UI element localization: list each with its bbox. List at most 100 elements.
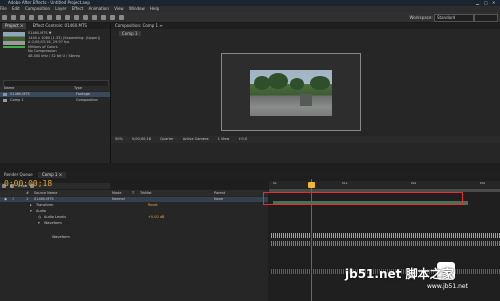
- ruler-label: 01s: [341, 181, 348, 185]
- tree-shape: [268, 73, 288, 89]
- column-mode[interactable]: Mode: [112, 190, 122, 196]
- roto-brush-tool-icon[interactable]: [110, 14, 115, 20]
- resolution-dropdown[interactable]: Quarter: [160, 137, 174, 141]
- audio-icon[interactable]: ♪: [12, 197, 14, 202]
- menu-animation[interactable]: Animation: [89, 6, 109, 11]
- workspace-selector: Workspace: Standard: [409, 14, 474, 22]
- exposure-value[interactable]: +0.0: [238, 137, 247, 141]
- menu-effect[interactable]: Effect: [72, 6, 84, 11]
- project-item-name: 01460.MTS: [10, 92, 30, 96]
- property-value[interactable]: +0.00 dB: [148, 215, 164, 220]
- menu-file[interactable]: File: [0, 6, 7, 11]
- text-tool-icon[interactable]: [74, 14, 79, 20]
- puppet-tool-icon[interactable]: [119, 14, 124, 20]
- layer-number: 1: [26, 197, 29, 201]
- hand-tool-icon[interactable]: [11, 14, 16, 20]
- footage-thumbnail: [3, 32, 25, 45]
- timeline-timecode[interactable]: 0;00;00;18: [4, 179, 52, 188]
- viewer-tab-bar: Composition: Comp 1 ≡: [111, 23, 500, 29]
- column-parent[interactable]: Parent: [214, 190, 225, 196]
- column-type[interactable]: Type: [74, 86, 82, 91]
- project-item-type: Composition: [76, 98, 98, 102]
- project-item[interactable]: Comp 1 Composition: [0, 98, 110, 103]
- camera-tool-icon[interactable]: [38, 14, 43, 20]
- composition-viewer-panel: Composition: Comp 1 ≡ Comp 1 50% 0;00;00…: [111, 23, 500, 163]
- magnification-dropdown[interactable]: 50%: [115, 137, 123, 141]
- tab-project[interactable]: Project ×: [2, 23, 27, 29]
- tab-comp-1[interactable]: Comp 1 ×: [37, 172, 67, 178]
- menu-composition[interactable]: Composition: [25, 6, 50, 11]
- rotate-tool-icon[interactable]: [29, 14, 34, 20]
- menu-layer[interactable]: Layer: [55, 6, 66, 11]
- search-help-input[interactable]: [474, 14, 498, 22]
- brush-tool-icon[interactable]: [83, 14, 88, 20]
- layer-parent[interactable]: None: [214, 197, 223, 202]
- stopwatch-icon[interactable]: ◷: [38, 215, 41, 220]
- twirl-icon[interactable]: ▸: [30, 203, 32, 208]
- footage-info-line: 48.000 kHz / 32 bit U / Stereo: [28, 53, 80, 58]
- twirl-icon[interactable]: ▾: [38, 221, 40, 226]
- layer-mode[interactable]: Normal: [112, 197, 125, 202]
- layer-name[interactable]: 01460.MTS: [34, 197, 54, 202]
- timeline-layer-panel: # Source Name Mode T TrkMat Parent ◉ ♪ 1…: [0, 190, 268, 301]
- workspace-dropdown[interactable]: Standard: [434, 14, 474, 22]
- menu-view[interactable]: View: [114, 6, 124, 11]
- project-item-type: Footage: [76, 92, 91, 96]
- timeline-tabs: Render Queue Comp 1 ×: [0, 172, 500, 178]
- comp-navigator-label[interactable]: Comp 1: [119, 31, 141, 36]
- tab-effect-controls[interactable]: Effect Controls: 01460.MTS: [30, 23, 90, 29]
- property-row[interactable]: ◷ Audio Levels +0.00 dB: [0, 215, 268, 220]
- menu-window[interactable]: Window: [129, 6, 145, 11]
- view-layout-dropdown[interactable]: 1 View: [218, 137, 230, 141]
- menu-help[interactable]: Help: [150, 6, 159, 11]
- layer-row[interactable]: ◉ ♪ 1 01460.MTS Normal None: [0, 197, 268, 202]
- composition-frame[interactable]: [221, 53, 361, 131]
- property-row[interactable]: ▸ Transform Reset: [0, 203, 268, 208]
- workspace-label: Workspace:: [409, 15, 433, 20]
- property-name: Transform: [36, 203, 54, 207]
- clone-stamp-tool-icon[interactable]: [92, 14, 97, 20]
- property-row[interactable]: ▾ Waveform: [0, 221, 268, 226]
- project-item-name: Comp 1: [10, 98, 24, 102]
- pan-behind-tool-icon[interactable]: [47, 14, 52, 20]
- pen-tool-icon[interactable]: [65, 14, 70, 20]
- video-frame-preview: [250, 70, 332, 116]
- footage-icon: [3, 92, 7, 96]
- time-ruler[interactable]: 0s 01s 02s 03s: [269, 181, 500, 189]
- column-source-name[interactable]: Source Name: [34, 190, 57, 196]
- tree-shape: [290, 78, 304, 90]
- tab-composition[interactable]: Composition: Comp 1 ≡: [115, 23, 163, 28]
- column-name[interactable]: Name: [4, 86, 14, 90]
- watermark-site: jb51.net: [345, 267, 402, 281]
- watermark-main: 脚本之家: [405, 267, 454, 281]
- project-column-header: Name Type: [0, 86, 110, 91]
- footage-info: 01460.MTS ▼ 1440 x 1080 (1.33) (Separati…: [28, 31, 100, 59]
- eraser-tool-icon[interactable]: [101, 14, 106, 20]
- ruler-label: 02s: [410, 181, 417, 185]
- property-value[interactable]: Reset: [148, 203, 158, 208]
- viewer-controls: 50% 0;00;00;18 Quarter Active Camera 1 V…: [111, 136, 500, 143]
- column-t: T: [132, 191, 135, 195]
- ruler-label: 03s: [479, 181, 486, 185]
- property-name: Waveform: [52, 235, 70, 239]
- footage-usage-bar: [3, 46, 25, 48]
- eye-icon[interactable]: ◉: [4, 197, 7, 202]
- playhead-handle[interactable]: [307, 182, 315, 188]
- menu-edit[interactable]: Edit: [12, 6, 20, 11]
- camera-dropdown[interactable]: Active Camera: [183, 137, 209, 141]
- ruler-label: 0s: [273, 181, 277, 185]
- viewer-timecode[interactable]: 0;00;00;18: [132, 137, 151, 141]
- playhead-line[interactable]: [310, 179, 312, 301]
- selection-tool-icon[interactable]: [2, 14, 7, 20]
- property-name: Audio Levels: [44, 215, 67, 219]
- zoom-tool-icon[interactable]: [20, 14, 25, 20]
- project-item[interactable]: 01460.MTS Footage: [0, 92, 110, 97]
- column-trkmat[interactable]: TrkMat: [140, 190, 152, 196]
- twirl-icon[interactable]: ▾: [30, 209, 32, 214]
- timeline-column-header: # Source Name Mode T TrkMat Parent: [0, 190, 268, 196]
- mask-tool-icon[interactable]: [56, 14, 61, 20]
- property-row[interactable]: ▾ Audio: [0, 209, 268, 214]
- tab-render-queue[interactable]: Render Queue: [0, 172, 37, 178]
- property-name: Waveform: [44, 221, 62, 225]
- audio-waveform: [271, 241, 500, 246]
